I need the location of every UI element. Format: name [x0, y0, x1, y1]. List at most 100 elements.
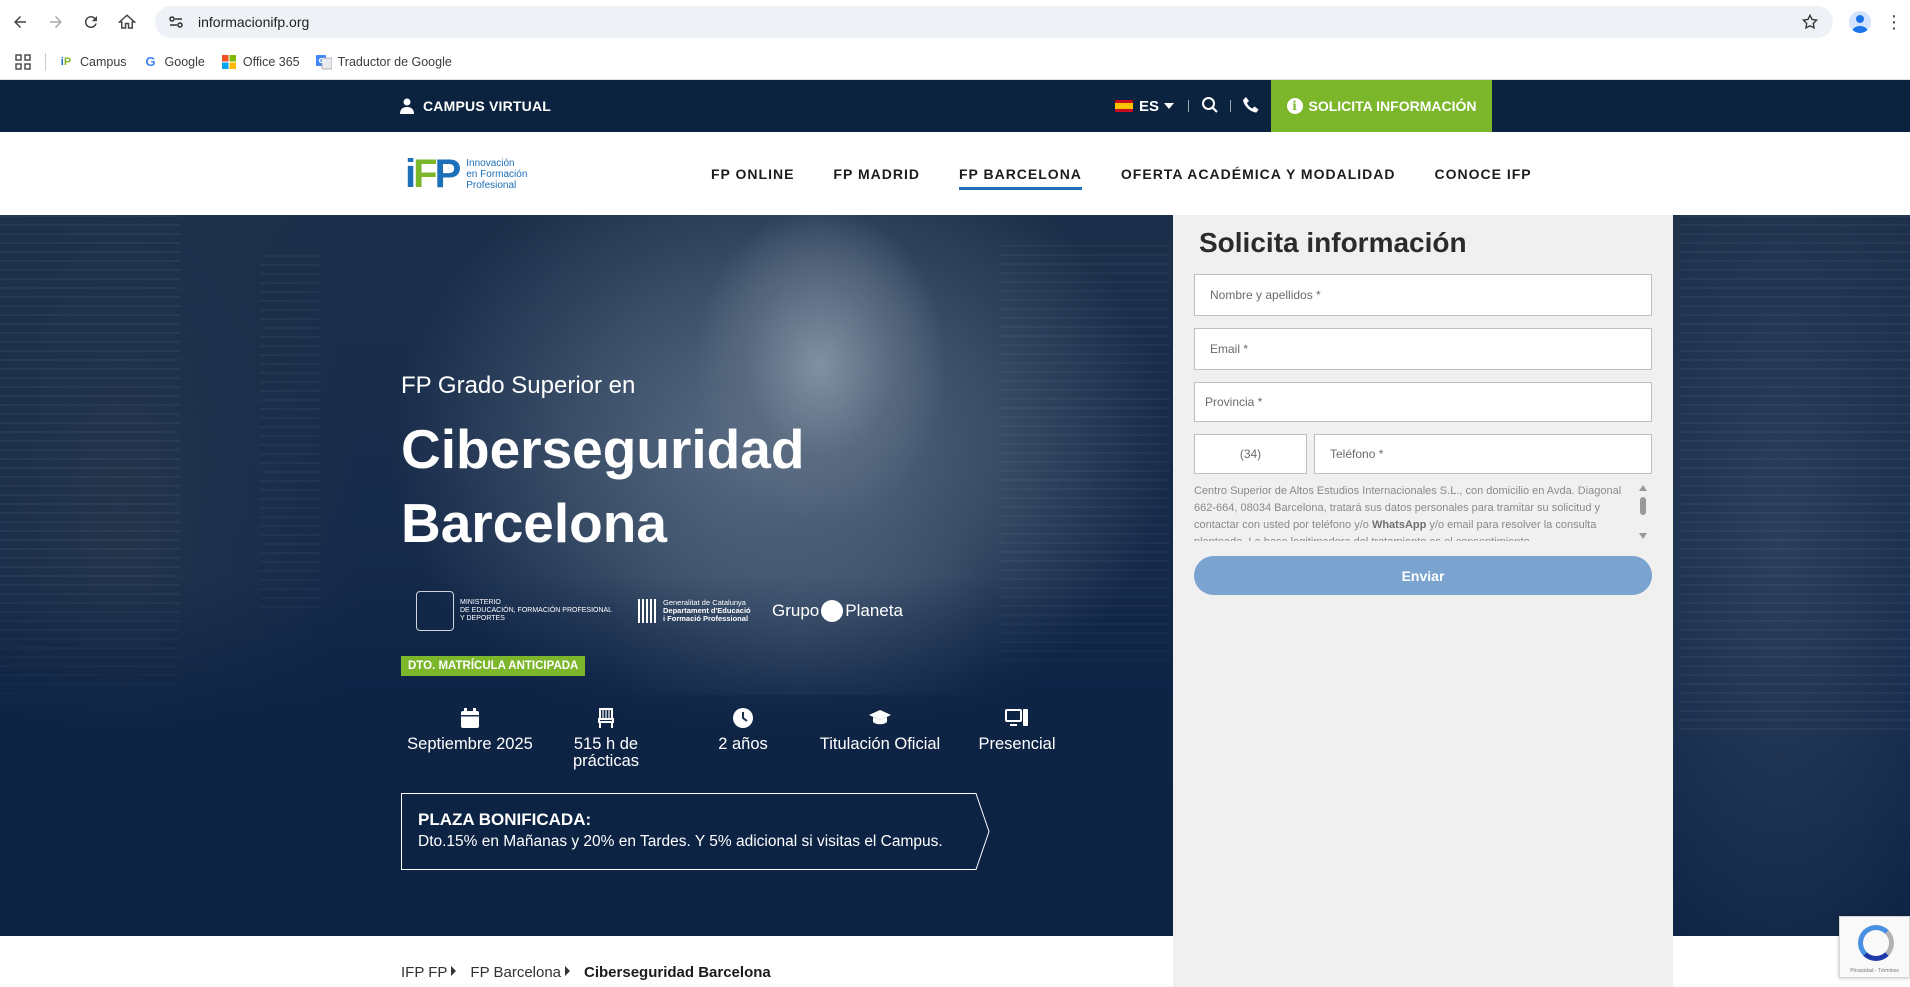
phone-prefix-field[interactable]: (34) — [1194, 434, 1307, 474]
user-icon — [400, 98, 414, 114]
bookmarks-divider — [45, 52, 46, 71]
site-settings-icon[interactable] — [168, 14, 184, 30]
nav-oferta-academica[interactable]: OFERTA ACADÉMICA Y MODALIDAD — [1121, 166, 1396, 182]
recaptcha-badge[interactable]: Privacidad - Términos — [1839, 916, 1910, 978]
browser-toolbar: informacionifp.org ⋮ — [0, 0, 1910, 44]
info-icon: i — [1286, 98, 1303, 114]
ifp-logo-mark: iFP — [405, 152, 461, 196]
phone-placeholder: Teléfono * — [1330, 447, 1384, 461]
nav-fp-barcelona[interactable]: FP BARCELONA — [958, 166, 1082, 190]
legal-notice-scrollbar[interactable] — [1638, 485, 1648, 541]
url-text[interactable]: informacionifp.org — [198, 14, 309, 30]
ifp-logo[interactable]: iFP Innovación en Formación Profesional — [405, 154, 527, 194]
nav-fp-online[interactable]: FP ONLINE — [711, 166, 794, 182]
feature-titulacion: Titulación Oficial — [810, 706, 950, 753]
ifp-logo-text: Innovación en Formación Profesional — [466, 157, 528, 191]
solicita-informacion-button[interactable]: i SOLICITA INFORMACIÓN — [1271, 80, 1492, 132]
ministerio-logo: MINISTERIO DE EDUCACIÓN, FORMACIÓN PROFE… — [416, 591, 616, 631]
desktop-icon — [1005, 709, 1028, 726]
browser-menu-icon[interactable]: ⋮ — [1885, 12, 1903, 32]
plaza-bonificada-title: PLAZA BONIFICADA: — [418, 810, 592, 829]
enviar-button[interactable]: Enviar — [1194, 556, 1652, 595]
language-label: ES — [1139, 97, 1160, 115]
discount-badge: DTO. MATRÍCULA ANTICIPADA — [401, 656, 586, 676]
bookmark-google[interactable]: G Google — [143, 54, 205, 70]
breadcrumb-fp-barcelona[interactable]: FP Barcelona — [470, 964, 561, 981]
bookmark-traductor[interactable]: G Traductor de Google — [315, 54, 452, 70]
nav-fp-madrid[interactable]: FP MADRID — [833, 166, 920, 182]
arrow-right-icon — [50, 16, 62, 28]
caret-right-icon — [565, 966, 571, 976]
feature-practicas: 515 h de prácticas — [536, 706, 676, 770]
arrow-left-icon — [14, 16, 26, 28]
home-icon — [118, 14, 136, 29]
plaza-bonificada-text: Dto.15% en Mañanas y 20% en Tardes. Y 5%… — [418, 833, 943, 850]
feature-start-date: Septiembre 2025 — [400, 706, 540, 753]
phone-icon[interactable] — [1242, 96, 1260, 114]
bookmark-label: Campus — [80, 54, 127, 69]
profile-avatar-icon[interactable] — [1849, 11, 1871, 33]
topbar-divider — [1230, 100, 1231, 112]
nav-conoce-ifp[interactable]: CONOCE IFP — [1434, 166, 1531, 182]
feature-duration: 2 años — [673, 706, 813, 753]
hero-title: Ciberseguridad Barcelona — [401, 412, 804, 560]
bookmarks-bar: iP Campus G Google Office 365 G Traducto… — [0, 44, 1910, 80]
translate-favicon-icon: G — [315, 54, 332, 70]
feature-modalidad: Presencial — [947, 706, 1087, 753]
ifp-favicon-icon: iP — [60, 55, 72, 68]
campus-virtual-label: CAMPUS VIRTUAL — [423, 98, 552, 114]
caret-down-icon — [1164, 103, 1175, 109]
home-button[interactable] — [115, 10, 139, 34]
language-selector[interactable]: ES — [1115, 80, 1175, 132]
hero-background-image — [1680, 215, 1910, 735]
main-navigation: FP ONLINE FP MADRID FP BARCELONA OFERTA … — [711, 132, 1571, 215]
breadcrumb-current: Ciberseguridad Barcelona — [584, 964, 771, 981]
plaza-bonificada-banner: PLAZA BONIFICADA: Dto.15% en Mañanas y 2… — [401, 793, 990, 870]
campus-virtual-link[interactable]: CAMPUS VIRTUAL — [400, 80, 551, 132]
forward-button[interactable] — [44, 10, 68, 34]
back-button[interactable] — [8, 10, 32, 34]
topbar-divider — [1188, 100, 1189, 112]
bookmark-label: Office 365 — [242, 54, 300, 69]
breadcrumb: IFP FP FP Barcelona Ciberseguridad Barce… — [401, 964, 771, 981]
spain-flag-icon — [1115, 100, 1133, 112]
phone-prefix-value: (34) — [1239, 447, 1262, 461]
spain-crest-icon — [416, 591, 454, 631]
clock-icon — [733, 708, 753, 728]
email-field[interactable]: Email * — [1194, 328, 1652, 370]
solicita-informacion-form: Solicita información Nombre y apellidos … — [1173, 215, 1673, 987]
planeta-globe-icon — [821, 600, 844, 622]
hero-title-line-2: Barcelona — [401, 492, 667, 554]
generalitat-bars-icon — [638, 599, 658, 623]
legal-notice-text: Centro Superior de Altos Estudios Intern… — [1194, 485, 1622, 541]
hero-subtitle: FP Grado Superior en — [401, 372, 636, 399]
svg-text:G: G — [318, 57, 324, 65]
province-placeholder: Provincia * — [1205, 395, 1263, 409]
caret-right-icon — [451, 966, 457, 976]
name-placeholder: Nombre y apellidos * — [1210, 288, 1321, 302]
hero-title-line-1: Ciberseguridad — [401, 418, 805, 480]
email-placeholder: Email * — [1210, 342, 1249, 356]
reload-icon — [84, 16, 97, 29]
accreditation-logos: MINISTERIO DE EDUCACIÓN, FORMACIÓN PROFE… — [416, 591, 903, 631]
search-icon[interactable] — [1201, 96, 1219, 114]
bookmark-office-365[interactable]: Office 365 — [221, 54, 300, 70]
generalitat-logo: Generalitat de Catalunya Departament d'E… — [638, 599, 768, 623]
phone-field[interactable]: Teléfono * — [1314, 434, 1652, 474]
recaptcha-icon — [1858, 925, 1894, 961]
province-select[interactable]: Provincia * — [1194, 382, 1652, 422]
graduation-cap-icon — [869, 710, 891, 725]
office-favicon-icon — [221, 54, 237, 70]
breadcrumb-ifp-fp[interactable]: IFP FP — [401, 964, 447, 981]
name-field[interactable]: Nombre y apellidos * — [1194, 274, 1652, 316]
reload-button[interactable] — [79, 10, 103, 34]
apps-grid-icon[interactable] — [15, 53, 31, 70]
bookmark-campus[interactable]: iP Campus — [58, 54, 127, 70]
solicita-informacion-label: SOLICITA INFORMACIÓN — [1308, 98, 1477, 114]
chair-icon — [598, 708, 614, 728]
bookmark-star-icon[interactable] — [1801, 13, 1819, 31]
banner-outline — [401, 793, 990, 870]
site-topbar: CAMPUS VIRTUAL ES i SOLICITA INFORMACIÓN — [0, 80, 1910, 132]
bookmark-label: Google — [164, 54, 205, 69]
address-bar[interactable]: informacionifp.org — [155, 6, 1833, 38]
